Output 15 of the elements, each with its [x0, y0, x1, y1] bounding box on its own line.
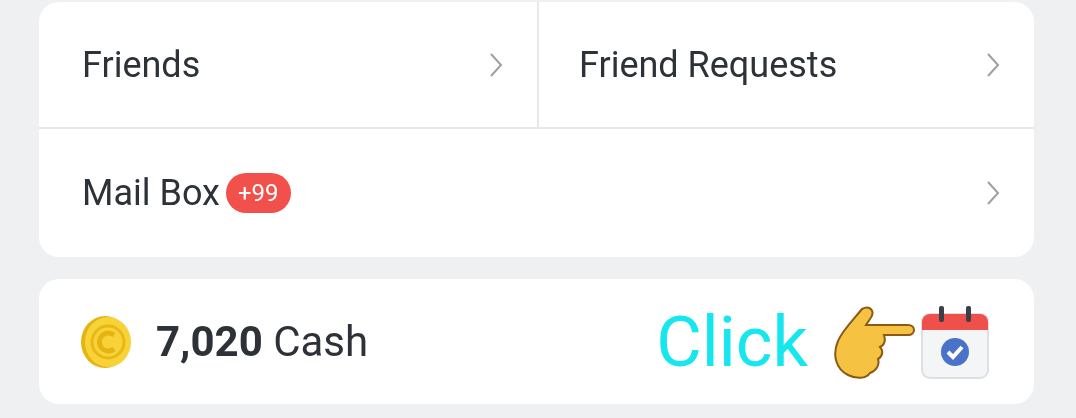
menu-item-label: Mail Box [82, 172, 220, 214]
pointing-hand-icon [832, 304, 916, 379]
chevron-right-icon [489, 51, 503, 78]
cash-balance: 7,020 Cash [156, 317, 369, 366]
count-badge: +99 [225, 173, 291, 213]
calendar-check-icon[interactable] [920, 303, 990, 380]
menu-item-label: Friend Requests [579, 43, 838, 86]
menu-item-label: Friends [82, 43, 201, 86]
click-hint: Click [656, 300, 808, 383]
coin-icon [80, 314, 134, 369]
chevron-right-icon [986, 180, 1000, 206]
chevron-right-icon [986, 51, 1000, 78]
menu-item[interactable]: Friend Requests [537, 2, 1034, 127]
menu-item[interactable]: Mail Box +99 [39, 129, 1034, 257]
menu-item[interactable]: Friends [39, 2, 537, 127]
